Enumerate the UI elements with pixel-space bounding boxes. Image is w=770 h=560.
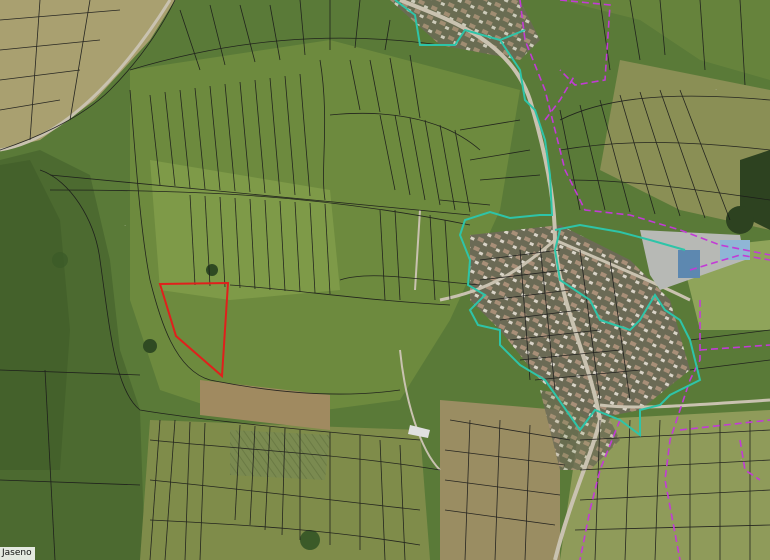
map-viewport[interactable]: · · · Jaseno <box>0 0 770 560</box>
svg-text:·: · <box>124 222 126 230</box>
svg-text:·: · <box>715 86 717 94</box>
map-canvas[interactable]: · · · <box>0 0 770 560</box>
place-label: Jaseno <box>0 547 35 560</box>
svg-text:·: · <box>740 456 742 464</box>
